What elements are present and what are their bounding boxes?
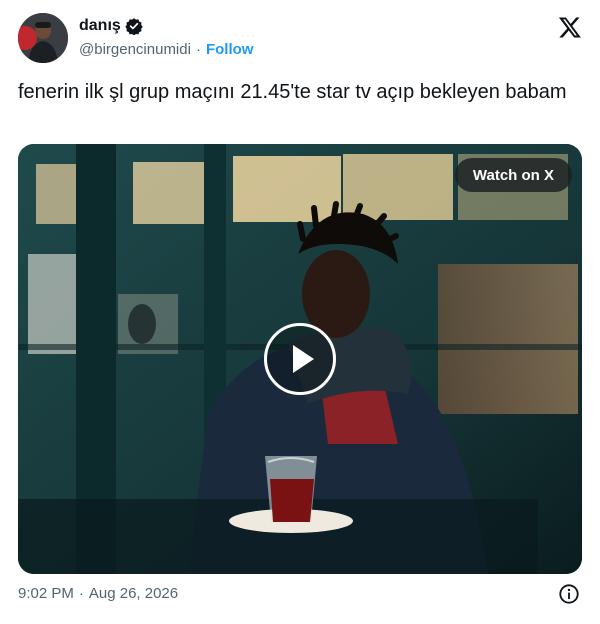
timestamp-separator: · bbox=[78, 585, 84, 602]
play-icon bbox=[293, 345, 314, 373]
video-player[interactable]: Watch on X bbox=[18, 144, 582, 574]
tweet-time: 9:02 PM bbox=[18, 585, 74, 602]
info-icon[interactable] bbox=[558, 583, 580, 605]
tweet-header: danış @birgencinumidi · Follow bbox=[18, 13, 582, 65]
watch-on-x-button[interactable]: Watch on X bbox=[454, 158, 572, 192]
x-logo-icon[interactable] bbox=[558, 15, 582, 39]
separator-dot: · bbox=[195, 41, 201, 58]
follow-button[interactable]: Follow bbox=[206, 41, 254, 58]
handle-row: @birgencinumidi · Follow bbox=[79, 41, 253, 58]
tweet-footer: 9:02 PM · Aug 26, 2026 bbox=[18, 582, 582, 606]
handle[interactable]: @birgencinumidi bbox=[79, 41, 191, 58]
avatar[interactable] bbox=[18, 13, 68, 63]
display-name[interactable]: danış bbox=[79, 17, 121, 35]
play-button[interactable] bbox=[264, 323, 336, 395]
tweet-date: Aug 26, 2026 bbox=[88, 585, 179, 602]
tweet-text: fenerin ilk şl grup maçını 21.45'te star… bbox=[18, 81, 567, 103]
timestamp[interactable]: 9:02 PM · Aug 26, 2026 bbox=[18, 585, 178, 602]
verified-badge-icon bbox=[125, 17, 143, 36]
name-row: danış bbox=[79, 17, 143, 36]
